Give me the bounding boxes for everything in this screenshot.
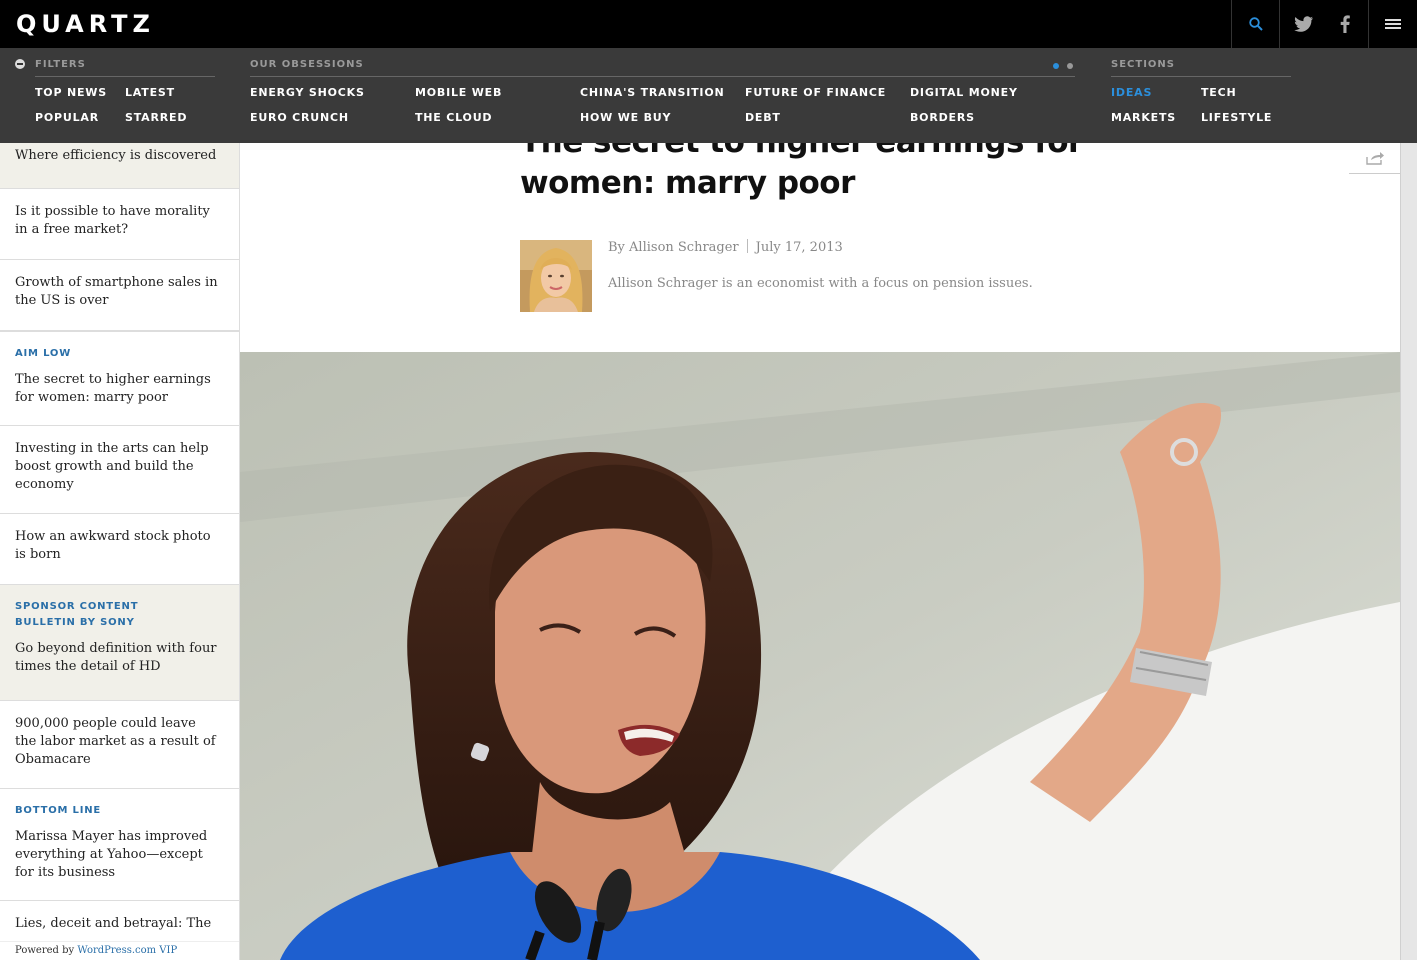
sponsor-list-item[interactable]: SPONSOR CONTENT BULLETIN BY SONY Go beyo… bbox=[0, 585, 239, 701]
quartz-logo[interactable]: QUARTZ bbox=[16, 10, 155, 38]
author-bio: Allison Schrager is an economist with a … bbox=[608, 276, 1033, 291]
hero-image bbox=[240, 352, 1400, 960]
obsessions-page-dot-active[interactable] bbox=[1053, 63, 1059, 69]
top-bar: QUARTZ bbox=[0, 0, 1417, 48]
obsessions-heading: OUR OBSESSIONS bbox=[250, 59, 364, 70]
filter-starred[interactable]: STARRED bbox=[125, 111, 187, 124]
list-item-title: How an awkward stock photo is born bbox=[15, 529, 211, 562]
obsession-how-we-buy[interactable]: HOW WE BUY bbox=[580, 111, 671, 124]
wordpress-vip-link[interactable]: WordPress.com VIP bbox=[77, 945, 177, 956]
section-lifestyle[interactable]: LIFESTYLE bbox=[1201, 111, 1272, 124]
filter-top-news[interactable]: TOP NEWS bbox=[35, 86, 107, 99]
page-scrollbar[interactable] bbox=[1400, 143, 1417, 960]
obsessions-page-dot[interactable] bbox=[1067, 63, 1073, 69]
byline: By Allison Schrager July 17, 2013 bbox=[608, 238, 843, 258]
list-item[interactable]: BOTTOM LINE Marissa Mayer has improved e… bbox=[0, 789, 239, 901]
list-item-title: Is it possible to have morality in a fre… bbox=[15, 204, 210, 237]
twitter-icon bbox=[1294, 16, 1313, 32]
facebook-icon bbox=[1340, 15, 1350, 33]
list-item-title: Investing in the arts can help boost gro… bbox=[15, 441, 209, 492]
powered-by-footer: Powered by WordPress.com VIP bbox=[0, 941, 239, 960]
list-item-kicker: AIM LOW bbox=[15, 348, 72, 359]
article-headline: The secret to higher earnings for women:… bbox=[520, 143, 1083, 201]
list-item[interactable]: Investing in the arts can help boost gro… bbox=[0, 426, 239, 514]
article-list-sidebar: Where efficiency is discovered Is it pos… bbox=[0, 143, 240, 960]
minus-circle-icon[interactable] bbox=[15, 59, 25, 69]
sections-divider bbox=[1111, 76, 1291, 77]
obsession-the-cloud[interactable]: THE CLOUD bbox=[415, 111, 492, 124]
obsession-chinas-transition[interactable]: CHINA'S TRANSITION bbox=[580, 86, 724, 99]
filters-divider bbox=[35, 76, 215, 77]
section-ideas[interactable]: IDEAS bbox=[1111, 86, 1152, 99]
filter-popular[interactable]: POPULAR bbox=[35, 111, 99, 124]
menu-button[interactable] bbox=[1368, 0, 1417, 48]
author-avatar[interactable] bbox=[520, 240, 592, 312]
sponsor-kicker: SPONSOR CONTENT bbox=[15, 601, 139, 612]
author-name-link[interactable]: By Allison Schrager bbox=[608, 240, 739, 255]
list-item-current[interactable]: AIM LOW The secret to higher earnings fo… bbox=[0, 331, 239, 426]
byline-separator bbox=[746, 239, 748, 253]
twitter-share-button[interactable] bbox=[1283, 0, 1325, 48]
obsession-digital-money[interactable]: DIGITAL MONEY bbox=[910, 86, 1018, 99]
obsession-debt[interactable]: DEBT bbox=[745, 111, 781, 124]
article-main: The secret to higher earnings for women:… bbox=[240, 143, 1400, 960]
obsession-borders[interactable]: BORDERS bbox=[910, 111, 975, 124]
list-item-title: Lies, deceit and betrayal: The bbox=[15, 916, 212, 931]
list-item[interactable]: 900,000 people could leave the labor mar… bbox=[0, 701, 239, 789]
obsession-euro-crunch[interactable]: EURO CRUNCH bbox=[250, 111, 349, 124]
list-item-title: Go beyond definition with four times the… bbox=[15, 641, 217, 674]
obsessions-divider bbox=[250, 76, 1075, 77]
share-icon bbox=[1365, 152, 1384, 165]
list-item-title: The secret to higher earnings for women:… bbox=[15, 372, 211, 405]
search-icon bbox=[1248, 17, 1263, 31]
search-button[interactable] bbox=[1231, 0, 1280, 48]
list-item-title: Growth of smartphone sales in the US is … bbox=[15, 275, 218, 308]
section-markets[interactable]: MARKETS bbox=[1111, 111, 1176, 124]
facebook-share-button[interactable] bbox=[1325, 0, 1365, 48]
list-item[interactable]: Where efficiency is discovered bbox=[0, 143, 239, 189]
filters-heading: FILTERS bbox=[35, 59, 86, 70]
section-tech[interactable]: TECH bbox=[1201, 86, 1237, 99]
obsession-energy-shocks[interactable]: ENERGY SHOCKS bbox=[250, 86, 365, 99]
obsession-future-of-finance[interactable]: FUTURE OF FINANCE bbox=[745, 86, 886, 99]
sponsor-name: BULLETIN BY SONY bbox=[15, 617, 135, 628]
list-item[interactable]: How an awkward stock photo is born bbox=[0, 514, 239, 585]
sections-heading: SECTIONS bbox=[1111, 59, 1175, 70]
list-item-title: 900,000 people could leave the labor mar… bbox=[15, 716, 216, 767]
list-item[interactable]: Is it possible to have morality in a fre… bbox=[0, 189, 239, 260]
obsession-mobile-web[interactable]: MOBILE WEB bbox=[415, 86, 502, 99]
author-photo bbox=[520, 240, 592, 312]
navigation-panel: FILTERS TOP NEWS LATEST POPULAR STARRED … bbox=[0, 48, 1417, 143]
hamburger-menu-icon bbox=[1385, 19, 1401, 29]
hero-photo bbox=[240, 352, 1400, 960]
powered-by-label: Powered by bbox=[15, 945, 75, 956]
list-item-title: Marissa Mayer has improved everything at… bbox=[15, 829, 208, 880]
filter-latest[interactable]: LATEST bbox=[125, 86, 175, 99]
publish-date: July 17, 2013 bbox=[755, 240, 843, 255]
list-item-kicker: BOTTOM LINE bbox=[15, 805, 102, 816]
list-item[interactable]: Growth of smartphone sales in the US is … bbox=[0, 260, 239, 331]
share-button[interactable] bbox=[1349, 143, 1400, 174]
list-item-title: Where efficiency is discovered bbox=[15, 148, 217, 163]
